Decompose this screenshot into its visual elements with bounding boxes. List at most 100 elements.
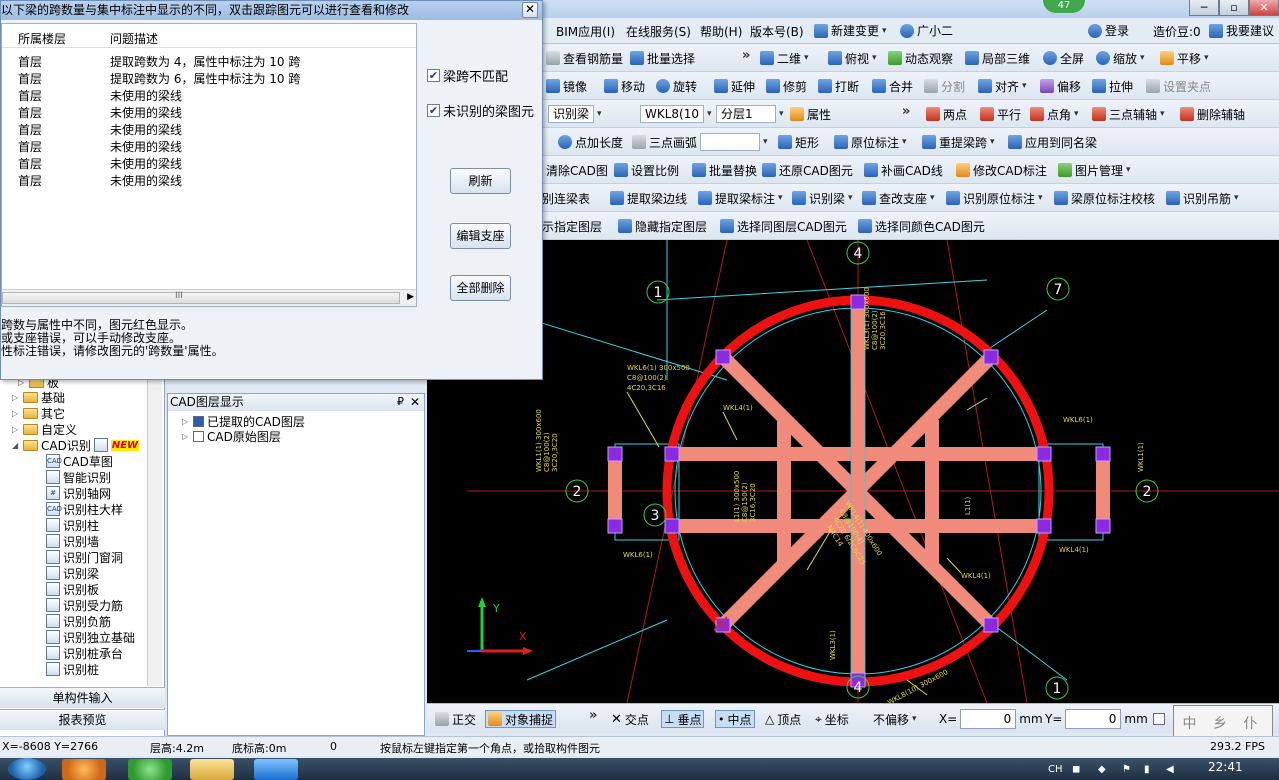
offset-select[interactable]: 不偏移 ▾ <box>873 710 917 728</box>
cad-drawing[interactable]: 4 1 7 2 3 2 4 1 WKL6(1) 300x500 C8@100(2… <box>427 240 1279 703</box>
trim-button[interactable]: 修剪 <box>766 77 807 95</box>
scrollbar-thumb[interactable]: III <box>2 291 400 304</box>
break-button[interactable]: 打断 <box>818 77 859 95</box>
properties-button[interactable]: 属性 <box>790 105 831 123</box>
clock[interactable]: 22:41 <box>1208 760 1243 774</box>
fullscreen-button[interactable]: 全屏 <box>1043 49 1084 67</box>
tray-icon[interactable]: ◼ <box>1072 764 1080 775</box>
coordinate-snap[interactable]: ⌖ 坐标 <box>815 710 849 728</box>
login-button[interactable]: 登录 <box>1088 22 1129 39</box>
pin-icon[interactable]: ₽ <box>397 394 404 410</box>
menu-online-service[interactable]: 在线服务(S) <box>626 23 691 40</box>
y-input[interactable]: 0 <box>1065 709 1122 729</box>
tree-item-other[interactable]: ▷ 其它 <box>12 405 65 421</box>
set-grip-button[interactable]: 设置夹点 <box>1146 77 1211 95</box>
dynamic-view-button[interactable]: 动态观察 <box>888 49 953 67</box>
network-icon[interactable]: ▮ <box>1144 764 1150 775</box>
language-indicator[interactable]: CH <box>1048 764 1063 775</box>
rectangle-button[interactable]: 矩形 <box>778 133 819 151</box>
volume-icon[interactable]: ◀ <box>1166 764 1174 775</box>
flag-icon[interactable]: ⚑ <box>1122 764 1131 775</box>
vertex-snap[interactable]: △ 顶点 <box>765 710 801 728</box>
intersection-snap[interactable]: ✕ 交点 <box>611 710 649 728</box>
point-length-button[interactable]: 点加长度 <box>558 133 623 151</box>
re-extract-span-button[interactable]: 重提梁跨 ▾ <box>922 133 995 151</box>
tree-item-foundation[interactable]: ▷ 基础 <box>12 389 65 405</box>
image-manage-button[interactable]: 图片管理 ▾ <box>1058 161 1131 179</box>
component-select[interactable]: WKL8(10 ▾ <box>640 105 712 123</box>
hide-layer-button[interactable]: 隐藏指定图层 <box>618 217 707 235</box>
table-row[interactable]: 首层 提取跨数为 4，属性中标注为 10 跨 <box>2 52 416 69</box>
guangxiaoer-button[interactable]: 广小二 <box>900 22 953 39</box>
start-button[interactable] <box>8 758 46 780</box>
tree-item-identify-isolated-footing[interactable]: 识别独立基础 <box>46 629 135 645</box>
rotate-button[interactable]: 旋转 <box>656 77 697 95</box>
menu-help[interactable]: 帮助(H) <box>700 23 742 40</box>
tree-item-identify-wall[interactable]: 识别墙 <box>46 533 99 549</box>
pan-button[interactable]: 平移 ▾ <box>1160 49 1209 67</box>
table-row[interactable]: 首层 未使用的梁线 <box>2 103 416 120</box>
more-chevron-icon[interactable]: » <box>589 708 597 723</box>
merge-button[interactable]: 合并 <box>872 77 913 95</box>
browser-icon[interactable] <box>128 759 172 780</box>
tree-item-identify-column-detail[interactable]: CAD 识别柱大样 <box>46 501 123 517</box>
tree-item-identify-pile[interactable]: 识别桩 <box>46 661 99 677</box>
tree-item-identify-slab[interactable]: 识别板 <box>46 581 99 597</box>
show-layer-button[interactable]: 示指定图层 <box>542 217 602 235</box>
move-button[interactable]: 移动 <box>604 77 645 95</box>
checkbox-icon[interactable]: ✔ <box>427 69 440 82</box>
table-row[interactable]: 首层 未使用的梁线 <box>2 154 416 171</box>
tree-item-identify-negative-rebar[interactable]: 识别负筋 <box>46 613 111 629</box>
scroll-right-icon[interactable]: ▶ <box>407 292 414 302</box>
identify-in-situ-button[interactable]: 识别原位标注 ▾ <box>946 189 1043 207</box>
checkbox-icon[interactable]: ✔ <box>427 104 440 117</box>
single-component-input-button[interactable]: 单构件输入 <box>0 687 165 708</box>
minimize-button[interactable]: ─ <box>1189 0 1219 16</box>
apply-same-beam-button[interactable]: 应用到同名梁 <box>1008 133 1097 151</box>
identify-beam-button[interactable]: 识别梁 ▾ <box>792 189 853 207</box>
more-chevron-icon[interactable]: » <box>902 104 910 119</box>
offset-button[interactable]: 偏移 <box>1040 77 1081 95</box>
table-row[interactable]: 首层 提取跨数为 6，属性中标注为 10 跨 <box>2 69 416 86</box>
online-count-badge[interactable]: 47 <box>1043 0 1085 13</box>
set-scale-button[interactable]: 设置比例 <box>614 161 679 179</box>
new-change-button[interactable]: 新建变更 ▾ <box>814 22 887 39</box>
x-input[interactable]: 0 <box>960 709 1017 729</box>
2d-button[interactable]: 二维 ▾ <box>760 49 809 67</box>
refresh-button[interactable]: 刷新 <box>450 168 511 194</box>
clear-cad-button[interactable]: 清除CAD图 <box>546 161 608 179</box>
suggest-button[interactable]: 我要建议 <box>1209 22 1274 39</box>
three-point-axis-button[interactable]: 三点辅轴 ▾ <box>1092 105 1165 123</box>
snap-checkbox[interactable] <box>1153 710 1165 728</box>
checkbox-icon[interactable] <box>193 415 204 427</box>
object-snap-toggle[interactable]: 对象捕捉 <box>485 710 557 728</box>
modify-cad-annotation-button[interactable]: 修改CAD标注 <box>956 161 1047 179</box>
batch-replace-button[interactable]: 批量替换 <box>692 161 757 179</box>
select-same-color-button[interactable]: 选择同颜色CAD图元 <box>858 217 985 235</box>
identify-hanger-button[interactable]: 识别吊筋 ▾ <box>1166 189 1239 207</box>
report-preview-button[interactable]: 报表预览 <box>0 709 165 730</box>
menu-bim[interactable]: BIM应用(I) <box>556 23 615 40</box>
layer-original[interactable]: ▷ CAD原始图层 <box>182 428 281 444</box>
tray-icon[interactable]: ◆ <box>1098 764 1106 775</box>
maximize-button[interactable]: ▫ <box>1219 0 1249 16</box>
view-rebar-button[interactable]: 查看钢筋量 <box>546 49 623 67</box>
select-same-layer-button[interactable]: 选择同图层CAD图元 <box>720 217 847 235</box>
tree-item-custom[interactable]: ▷ 自定义 <box>12 421 77 437</box>
column-header-description[interactable]: 问题描述 <box>110 30 158 47</box>
folder-icon[interactable] <box>190 759 234 780</box>
split-button[interactable]: 分割 <box>924 77 965 95</box>
horizontal-scrollbar[interactable]: III ▶ <box>2 289 416 306</box>
extend-button[interactable]: 延伸 <box>714 77 755 95</box>
app-icon[interactable] <box>62 759 106 780</box>
restore-cad-button[interactable]: 还原CAD图元 <box>762 161 853 179</box>
checkbox-icon[interactable] <box>1153 713 1165 725</box>
local-3d-button[interactable]: 局部三维 <box>965 49 1030 67</box>
in-situ-annotation-button[interactable]: 原位标注 ▾ <box>834 133 907 151</box>
close-icon[interactable]: ✕ <box>410 394 420 410</box>
midpoint-snap[interactable]: • 中点 <box>715 710 755 728</box>
tree-item-identify-axis[interactable]: # 识别轴网 <box>46 485 111 501</box>
ortho-toggle[interactable]: 正交 <box>435 710 476 728</box>
delete-all-button[interactable]: 全部删除 <box>450 275 511 301</box>
align-button[interactable]: 对齐 ▾ <box>978 77 1027 95</box>
